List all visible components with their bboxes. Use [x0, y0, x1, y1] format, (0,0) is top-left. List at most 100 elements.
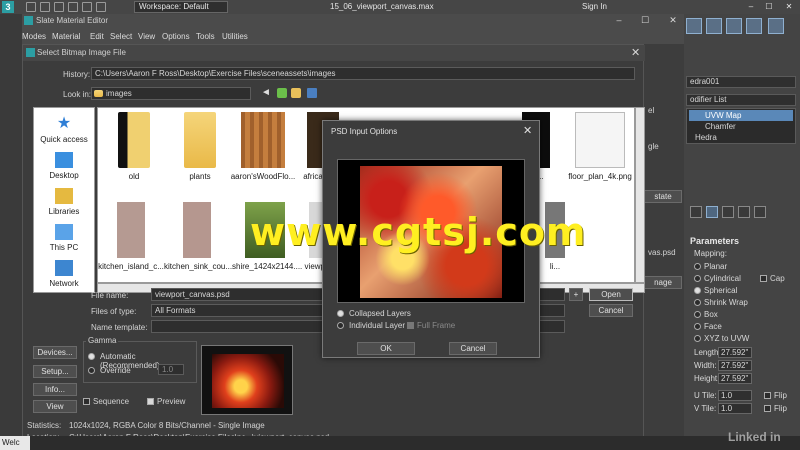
minimize-button[interactable]: – — [744, 0, 758, 14]
stack-item-chamfer[interactable]: Chamfer — [689, 121, 793, 132]
menu-tools[interactable]: Tools — [196, 30, 215, 44]
max-logo-icon[interactable]: 3 — [2, 1, 14, 13]
height-field[interactable]: 27.592" — [718, 373, 752, 384]
mapping-xyz-to-uvw[interactable]: XYZ to UVW — [694, 334, 749, 343]
modify-tab-icon[interactable] — [706, 18, 722, 34]
side-button-image[interactable]: nage — [644, 276, 682, 289]
full-frame-checkbox[interactable]: Full Frame — [407, 321, 455, 330]
back-arrow-icon[interactable]: ◄ — [261, 87, 271, 98]
gamma-override-radio[interactable]: Override — [88, 366, 131, 375]
file-list-vertical-scrollbar[interactable] — [635, 107, 645, 283]
pin-stack-icon[interactable] — [690, 206, 702, 218]
stack-item-hedra[interactable]: Hedra — [689, 132, 793, 143]
open-button[interactable]: Open — [589, 288, 633, 301]
preview-checkbox[interactable]: Preview — [147, 397, 185, 406]
motion-tab-icon[interactable] — [746, 18, 762, 34]
slate-close-button[interactable]: ✕ — [666, 15, 680, 26]
length-field[interactable]: 27.592" — [718, 347, 752, 358]
mapping-shrink-wrap[interactable]: Shrink Wrap — [694, 298, 748, 307]
mapping-planar[interactable]: Planar — [694, 262, 727, 271]
desktop-icon — [55, 152, 73, 168]
v-tile-field[interactable]: 1.0 — [718, 403, 752, 414]
v-flip-checkbox[interactable]: Flip — [764, 404, 787, 413]
open-file-icon[interactable] — [40, 2, 50, 12]
devices-button[interactable]: Devices... — [33, 346, 77, 359]
stack-item-uvw-map[interactable]: UVW Map — [689, 110, 793, 121]
parameters-title[interactable]: Parameters — [690, 236, 739, 246]
sequence-checkbox[interactable]: Sequence — [83, 397, 129, 406]
object-name-field[interactable]: edra001 — [686, 76, 796, 88]
bitmap-dialog-icon — [26, 48, 35, 57]
maximize-button[interactable]: ☐ — [762, 0, 776, 14]
up-folder-icon[interactable] — [277, 88, 287, 98]
menu-select[interactable]: Select — [110, 30, 132, 44]
folder-icon — [184, 112, 216, 168]
menu-view[interactable]: View — [138, 30, 155, 44]
create-tab-icon[interactable] — [686, 18, 702, 34]
undo-icon[interactable] — [68, 2, 78, 12]
info-button[interactable]: Info... — [33, 383, 77, 396]
width-field[interactable]: 27.592" — [718, 360, 752, 371]
menu-options[interactable]: Options — [162, 30, 190, 44]
cancel-button[interactable]: Cancel — [589, 304, 633, 317]
menu-utilities[interactable]: Utilities — [222, 30, 248, 44]
remove-modifier-icon[interactable] — [738, 206, 750, 218]
file-item-kitchen-sink[interactable]: kitchen_sink_cou... — [164, 202, 232, 271]
folder-icon — [118, 112, 150, 168]
side-button-state[interactable]: state — [644, 190, 682, 203]
file-item-floor-plan[interactable]: floor_plan_4k.png — [566, 112, 634, 181]
preview-image — [201, 345, 293, 415]
psd-close-icon[interactable]: ✕ — [523, 124, 532, 137]
mapping-spherical[interactable]: Spherical — [694, 286, 737, 295]
collapsed-layers-radio[interactable]: Collapsed Layers — [337, 309, 411, 318]
place-desktop[interactable]: Desktop — [34, 152, 94, 180]
maxscript-listener[interactable]: Welc — [0, 436, 30, 450]
redo-icon[interactable] — [82, 2, 92, 12]
slate-maximize-button[interactable]: ☐ — [638, 15, 652, 26]
u-flip-checkbox[interactable]: Flip — [764, 391, 787, 400]
configure-sets-icon[interactable] — [754, 206, 766, 218]
project-folder-icon[interactable] — [96, 2, 106, 12]
mapping-cylindrical[interactable]: Cylindrical — [694, 274, 741, 283]
display-tab-icon[interactable] — [768, 18, 784, 34]
history-dropdown[interactable]: C:\Users\Aaron F Ross\Desktop\Exercise F… — [91, 67, 635, 80]
individual-layer-radio[interactable]: Individual Layer — [337, 321, 405, 330]
u-tile-field[interactable]: 1.0 — [718, 390, 752, 401]
menu-material[interactable]: Material — [52, 30, 80, 44]
file-item-kitchen-island[interactable]: kitchen_island_c... — [98, 202, 164, 271]
view-menu-icon[interactable] — [307, 88, 317, 98]
place-network[interactable]: Network — [34, 260, 94, 288]
modifier-list-dropdown[interactable]: odifier List — [686, 94, 796, 106]
menu-modes[interactable]: Modes — [22, 30, 46, 44]
slate-menu-bar: Modes Material Edit Select View Options … — [22, 30, 684, 44]
show-end-result-icon[interactable] — [706, 206, 718, 218]
new-folder-icon[interactable] — [291, 88, 301, 98]
gamma-override-field[interactable]: 1.0 — [158, 364, 184, 375]
place-quick-access[interactable]: ★ Quick access — [34, 116, 94, 145]
mapping-box[interactable]: Box — [694, 310, 718, 319]
menu-edit[interactable]: Edit — [90, 30, 104, 44]
slate-title: Slate Material Editor — [36, 16, 109, 25]
close-button[interactable]: ✕ — [782, 0, 796, 14]
view-button[interactable]: View — [33, 400, 77, 413]
file-item-old[interactable]: old — [106, 112, 162, 181]
file-item-wood-floor[interactable]: aaron'sWoodFlo... — [228, 112, 298, 181]
mapping-face[interactable]: Face — [694, 322, 722, 331]
look-in-dropdown[interactable]: images — [91, 87, 251, 100]
new-file-icon[interactable] — [26, 2, 36, 12]
psd-ok-button[interactable]: OK — [357, 342, 415, 355]
place-this-pc[interactable]: This PC — [34, 224, 94, 252]
file-item-plants[interactable]: plants — [172, 112, 228, 181]
make-unique-icon[interactable] — [722, 206, 734, 218]
workspace-dropdown[interactable]: Workspace: Default — [134, 1, 228, 13]
save-file-icon[interactable] — [54, 2, 64, 12]
add-button[interactable]: + — [569, 288, 583, 301]
hierarchy-tab-icon[interactable] — [726, 18, 742, 34]
psd-cancel-button[interactable]: Cancel — [449, 342, 497, 355]
cap-checkbox[interactable]: Cap — [760, 274, 785, 283]
setup-button[interactable]: Setup... — [33, 365, 77, 378]
bitmap-dialog-close-icon[interactable]: ✕ — [631, 46, 640, 59]
sign-in-link[interactable]: Sign In — [582, 0, 607, 14]
slate-minimize-button[interactable]: – — [612, 15, 626, 25]
place-libraries[interactable]: Libraries — [34, 188, 94, 216]
